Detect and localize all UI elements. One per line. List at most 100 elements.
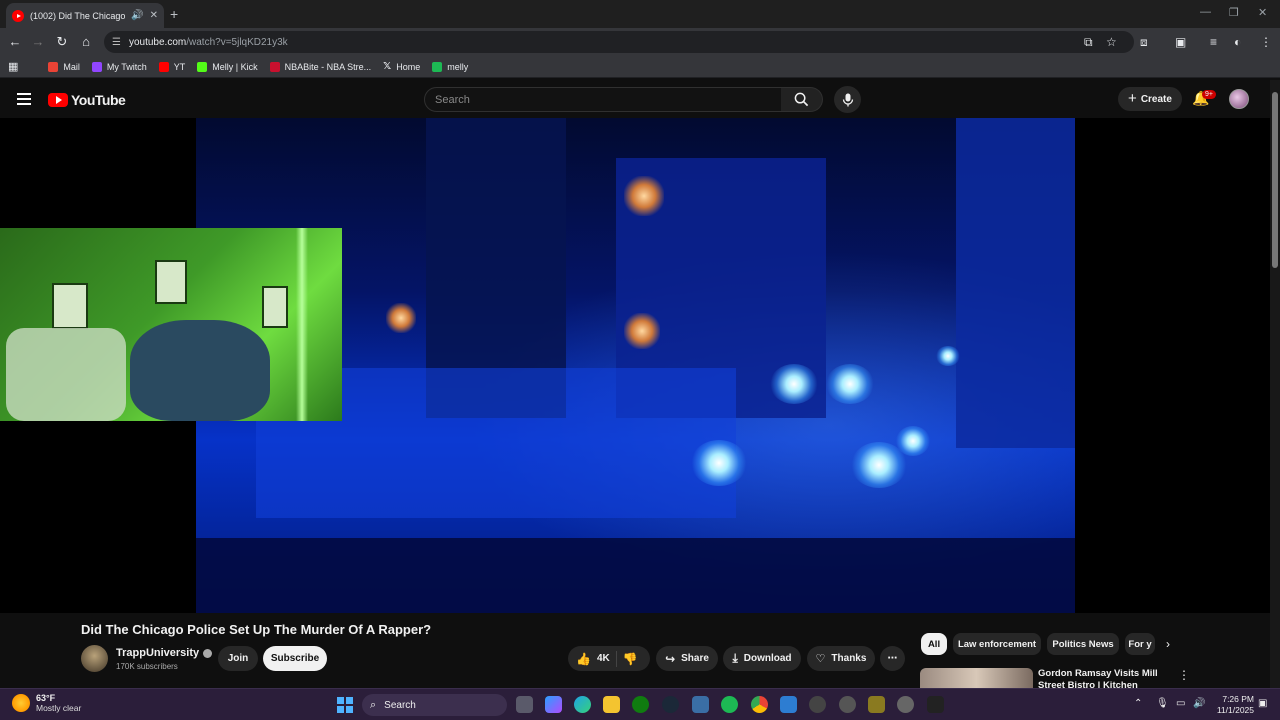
steam-icon[interactable] — [662, 696, 679, 713]
cast-icon[interactable]: ⧉ — [1084, 35, 1093, 50]
new-tab-button[interactable]: + — [170, 6, 178, 22]
taskbar-clock[interactable]: 7:26 PM 11/1/2025 — [1212, 694, 1254, 716]
bookmark-melly-kick[interactable]: Melly | Kick — [197, 61, 258, 72]
xbox-icon[interactable] — [632, 696, 649, 713]
microphone-icon — [842, 93, 853, 106]
subscriber-count: 170K subscribers — [116, 662, 178, 671]
tray-microphone-icon[interactable]: 🎙 — [1156, 698, 1169, 709]
tab-title: (1002) Did The Chicago Poli — [30, 10, 126, 21]
apps-grid-icon[interactable]: ▦ — [8, 60, 18, 73]
create-button[interactable]: + Create — [1118, 87, 1182, 111]
bookmark-home[interactable]: 𝕏 Home — [383, 61, 420, 72]
store-icon[interactable] — [692, 696, 709, 713]
video-scene-window-light — [624, 176, 664, 216]
bookmark-label: My Twitch — [106, 61, 147, 72]
chip-all[interactable]: All — [921, 633, 947, 655]
search-input[interactable]: Search — [424, 87, 782, 112]
reload-icon[interactable]: ↻ — [54, 34, 70, 50]
site-info-icon[interactable]: ☰ — [112, 37, 121, 48]
spotify-icon[interactable] — [721, 696, 738, 713]
chip-law-enforcement[interactable]: Law enforcement — [953, 633, 1041, 655]
copilot-icon[interactable] — [545, 696, 562, 713]
account-avatar[interactable] — [1229, 89, 1249, 109]
guide-menu-icon[interactable] — [17, 93, 31, 105]
chip-for-you[interactable]: For y — [1125, 633, 1155, 655]
bookmark-yt[interactable]: YT — [158, 61, 185, 72]
youtube-logo[interactable]: YouTube — [48, 92, 126, 108]
channel-name-text: TrappUniversity — [116, 647, 200, 659]
video-scene-headlight — [691, 440, 747, 486]
tray-network-icon[interactable]: ▭ — [1176, 698, 1185, 709]
video-scene-headlight — [826, 364, 874, 404]
melly-icon — [432, 61, 443, 72]
weather-widget[interactable]: 63°F Mostly clear — [12, 693, 81, 713]
audio-playing-icon[interactable]: 🔊 — [131, 10, 143, 21]
channel-name[interactable]: TrappUniversity — [116, 647, 213, 659]
bookmark-melly[interactable]: melly — [432, 61, 469, 72]
minimize-icon[interactable]: — — [1200, 6, 1211, 18]
profile-icon[interactable]: ◐ — [1234, 35, 1241, 49]
chrome-icon[interactable] — [751, 696, 768, 713]
bookmark-my-twitch[interactable]: My Twitch — [91, 61, 147, 72]
recommendation-title[interactable]: Gordon Ramsay Visits Mill Street Bistro … — [1038, 668, 1168, 688]
dislike-button[interactable]: 👎 — [623, 652, 638, 666]
recommendation-more-icon[interactable]: ⋮ — [1178, 668, 1190, 682]
forward-icon[interactable]: → — [30, 34, 46, 49]
bookmark-star-icon[interactable]: ☆ — [1106, 35, 1117, 49]
browser-menu-icon[interactable]: ⋮ — [1260, 35, 1272, 49]
video-title: Did The Chicago Police Set Up The Murder… — [81, 622, 432, 637]
taskbar-app-icon[interactable] — [839, 696, 856, 713]
edge-icon[interactable] — [574, 696, 591, 713]
download-button[interactable]: ⤓ Download — [723, 646, 801, 671]
bookmark-nbabite[interactable]: NBABite - NBA Stre... — [269, 61, 371, 72]
search-button[interactable] — [781, 87, 823, 112]
extensions-icon[interactable]: ⧈ — [1140, 35, 1148, 50]
bookmarks-bar: ▦ Mail My Twitch YT Melly | Kick NBABite… — [0, 56, 1280, 78]
home-icon[interactable]: ⌂ — [78, 34, 94, 49]
settings-gear-icon[interactable] — [897, 696, 914, 713]
tab-close-icon[interactable]: ✕ — [150, 10, 158, 21]
restore-icon[interactable]: ❐ — [1229, 6, 1239, 19]
share-button[interactable]: ↪ Share — [656, 646, 718, 671]
recommendation-thumbnail[interactable] — [920, 668, 1033, 688]
chevron-right-icon[interactable]: › — [1166, 637, 1170, 651]
start-button-windows-icon[interactable] — [337, 697, 353, 713]
task-view-icon[interactable] — [516, 696, 533, 713]
taskbar-search[interactable]: ⌕ Search — [362, 694, 507, 716]
video-scene-building — [956, 118, 1075, 448]
side-panel-icon[interactable]: ▣ — [1175, 35, 1186, 49]
epic-games-icon[interactable] — [927, 696, 944, 713]
like-divider — [615, 650, 617, 667]
url-host: youtube.com — [128, 36, 187, 48]
browser-tab-active[interactable]: (1002) Did The Chicago Poli 🔊 ✕ — [6, 3, 164, 28]
thanks-button[interactable]: ♡ Thanks — [807, 646, 875, 671]
join-button[interactable]: Join — [218, 646, 258, 671]
more-actions-button[interactable]: ⋯ — [880, 646, 905, 671]
youtube-icon — [158, 61, 169, 72]
taskbar-app-icon[interactable] — [780, 696, 797, 713]
window-close-icon[interactable]: ✕ — [1258, 6, 1267, 19]
tray-volume-icon[interactable]: 🔊 — [1193, 698, 1205, 709]
page-scrollbar-thumb[interactable] — [1272, 92, 1278, 268]
tray-overflow-chevron-icon[interactable]: ⌃ — [1134, 698, 1142, 709]
voice-search-button[interactable] — [834, 86, 861, 113]
back-icon[interactable]: ← — [7, 34, 23, 49]
bookmark-label: melly — [447, 61, 469, 72]
media-player-icon[interactable] — [809, 696, 826, 713]
bookmark-mail[interactable]: Mail — [48, 61, 80, 72]
chip-politics-news[interactable]: Politics News — [1047, 633, 1119, 655]
like-button[interactable]: 👍 4K — [576, 652, 610, 666]
media-control-icon[interactable]: ≡ — [1210, 35, 1217, 49]
notification-center-icon[interactable]: ▣ — [1258, 698, 1267, 709]
thanks-label: Thanks — [831, 653, 867, 664]
address-bar[interactable]: ☰ youtube.com/watch?v=5jlqKD21y3k — [104, 31, 1134, 53]
more-horizontal-icon: ⋯ — [887, 653, 898, 664]
thanks-icon: ♡ — [815, 653, 826, 665]
subscribe-button[interactable]: Subscribe — [263, 646, 327, 671]
bookmark-label: Mail — [63, 61, 80, 72]
taskbar-app-icon[interactable] — [868, 696, 885, 713]
file-explorer-icon[interactable] — [603, 696, 620, 713]
channel-avatar[interactable] — [81, 645, 108, 672]
clock-time: 7:26 PM — [1222, 694, 1254, 704]
video-scene-headlight — [936, 346, 960, 366]
